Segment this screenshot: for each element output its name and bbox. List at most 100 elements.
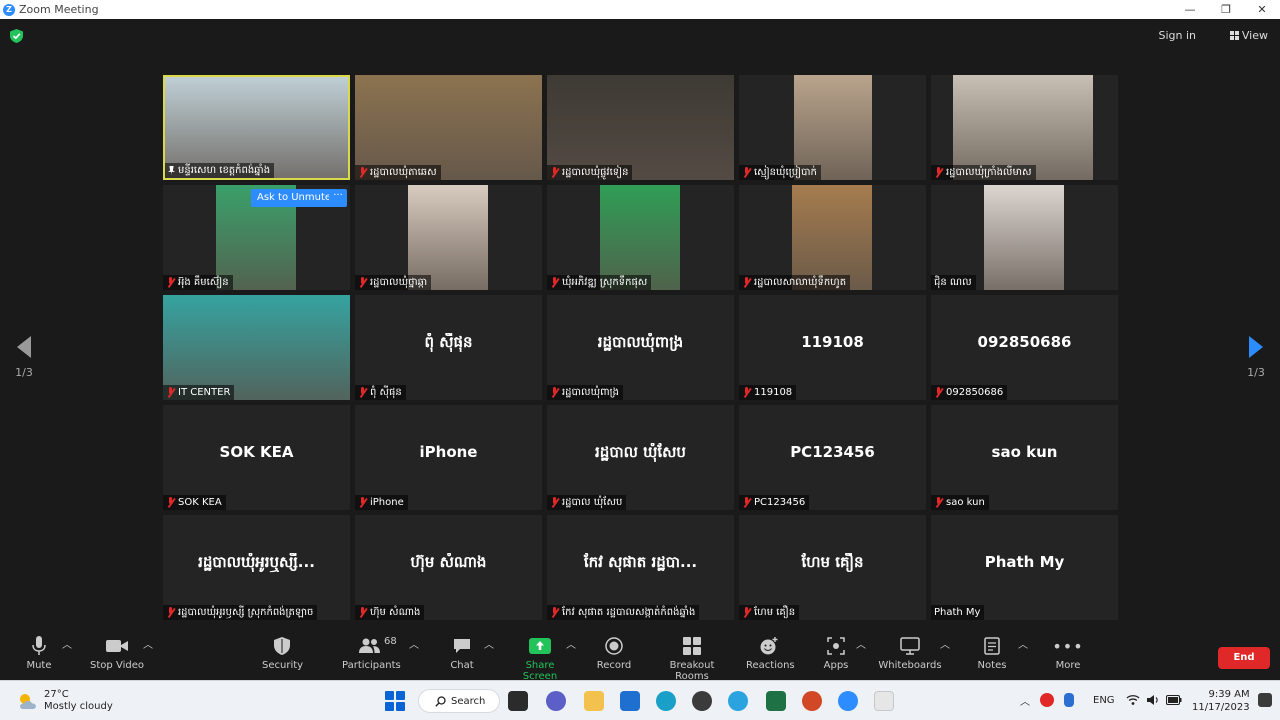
task-view-icon[interactable] bbox=[508, 691, 528, 711]
notifications-icon[interactable] bbox=[1258, 693, 1272, 707]
mic-muted-icon bbox=[358, 167, 367, 178]
weather-widget[interactable]: 27°C Mostly cloudy bbox=[17, 689, 113, 713]
page-indicator-right: 1/3 bbox=[1247, 366, 1265, 379]
participant-tile[interactable]: រដ្ឋបាលឃុំផ្លូវទៀន bbox=[547, 75, 734, 180]
edge-browser-icon[interactable] bbox=[656, 691, 676, 711]
telegram-icon[interactable] bbox=[728, 691, 748, 711]
share-options-caret[interactable]: ︿ bbox=[566, 636, 576, 651]
participant-caption-text: កែវ សុផាត រដ្ឋបាលសង្កាត់កំពង់ឆ្នាំង bbox=[562, 607, 696, 618]
battery-icon[interactable] bbox=[1166, 694, 1182, 706]
participant-name-label: ពុំ ស៊ីផុន bbox=[355, 385, 406, 400]
participant-tile[interactable]: កែវ សុផាត រដ្ឋបា... កែវ សុផាត រដ្ឋបាលសង្ក… bbox=[547, 515, 734, 620]
close-icon[interactable]: ✕ bbox=[1244, 0, 1280, 19]
participant-tile[interactable]: ហ៊ុម សំណាង ហ៊ុម សំណាង bbox=[355, 515, 542, 620]
participant-tile[interactable]: 092850686 092850686 bbox=[931, 295, 1118, 400]
system-clock[interactable]: 9:39 AM 11/17/2023 bbox=[1192, 688, 1250, 714]
volume-icon[interactable] bbox=[1146, 694, 1160, 706]
start-button[interactable] bbox=[385, 691, 405, 711]
participant-tile[interactable]: IT CENTER bbox=[163, 295, 350, 400]
whiteboards-options-caret[interactable]: ︿ bbox=[940, 636, 950, 651]
wifi-icon[interactable] bbox=[1126, 694, 1140, 706]
sync-status-icon[interactable] bbox=[1040, 693, 1054, 707]
participant-tile[interactable]: sao kun sao kun bbox=[931, 405, 1118, 510]
chat-button[interactable]: Chat bbox=[448, 636, 476, 671]
mic-muted-icon bbox=[550, 167, 559, 178]
whiteboards-label: Whiteboards bbox=[878, 660, 942, 671]
end-meeting-button[interactable]: End bbox=[1218, 647, 1270, 669]
taskbar-search[interactable]: Search bbox=[418, 689, 500, 713]
view-button[interactable]: View bbox=[1229, 29, 1268, 42]
apps-label: Apps bbox=[823, 660, 849, 671]
participant-tile[interactable]: ស្មៀនឃុំប្រៀបាក់ bbox=[739, 75, 926, 180]
show-hidden-icons-caret[interactable]: ︿ bbox=[1020, 693, 1032, 708]
video-options-caret[interactable]: ︿ bbox=[143, 636, 153, 651]
participant-tile[interactable]: iPhone iPhone bbox=[355, 405, 542, 510]
record-button[interactable]: Record bbox=[596, 636, 632, 671]
mute-button[interactable]: Mute bbox=[20, 636, 58, 671]
participant-tile[interactable]: ឃុំអភិវឌ្ឍ ស្រុកទឹកផុស bbox=[547, 185, 734, 290]
excel-icon[interactable] bbox=[766, 691, 786, 711]
participant-tile[interactable]: រដ្ឋបាលឃុំថ្នាឆ្កា bbox=[355, 185, 542, 290]
mail-icon[interactable] bbox=[620, 691, 640, 711]
participant-tile[interactable]: SOK KEA SOK KEA bbox=[163, 405, 350, 510]
next-page-button[interactable]: 1/3 bbox=[1241, 336, 1271, 379]
participant-name-label: មន្ទីរសេហ ខេត្តកំពង់ឆ្នាំង bbox=[165, 163, 275, 178]
mic-muted-icon bbox=[166, 277, 175, 288]
snipping-tool-icon[interactable] bbox=[874, 691, 894, 711]
previous-page-button[interactable]: 1/3 bbox=[9, 336, 39, 379]
more-button[interactable]: ••• More bbox=[1052, 636, 1084, 672]
sign-in-button[interactable]: Sign in bbox=[1158, 29, 1196, 42]
participant-tile[interactable]: រដ្ឋបាលឃុំអូរឬស្សី... រដ្ឋបាលឃុំអូរឫស្សី … bbox=[163, 515, 350, 620]
apps-button[interactable]: Apps bbox=[822, 636, 850, 671]
stop-video-button[interactable]: Stop Video bbox=[90, 636, 144, 671]
notes-label: Notes bbox=[977, 660, 1007, 671]
security-button[interactable]: Security bbox=[262, 636, 303, 671]
mute-label: Mute bbox=[26, 660, 52, 671]
audio-options-caret[interactable]: ︿ bbox=[62, 636, 72, 651]
encryption-shield-icon[interactable] bbox=[10, 29, 23, 43]
dell-icon[interactable] bbox=[692, 691, 712, 711]
breakout-rooms-button[interactable]: Breakout Rooms bbox=[652, 636, 732, 682]
file-explorer-icon[interactable] bbox=[584, 691, 604, 711]
microphone-in-use-icon[interactable] bbox=[1064, 693, 1074, 707]
participant-name-label: អ៊ុង គឹមស៊ៀន bbox=[163, 275, 233, 290]
participant-caption-text: ឃុំអភិវឌ្ឍ ស្រុកទឹកផុស bbox=[562, 277, 648, 288]
participant-name-label: រដ្ឋបាលឃុំអូរឫស្សី ស្រុកកំពង់ត្រឡាច bbox=[163, 605, 318, 620]
ask-to-unmute-button[interactable]: Ask to Unmute bbox=[251, 189, 338, 207]
participant-tile[interactable]: PC123456 PC123456 bbox=[739, 405, 926, 510]
chat-options-caret[interactable]: ︿ bbox=[484, 636, 494, 651]
teams-chat-icon[interactable] bbox=[546, 691, 566, 711]
meeting-topbar: Sign in View bbox=[0, 19, 1280, 53]
participant-tile[interactable]: មន្ទីរសេហ ខេត្តកំពង់ឆ្នាំង bbox=[163, 75, 350, 180]
participant-tile[interactable]: រដ្ឋបាលសាលាឃុំទឹកហូត bbox=[739, 185, 926, 290]
notes-button[interactable]: Notes bbox=[976, 636, 1008, 671]
participant-tile[interactable]: រដ្ឋបាល ឃុំសែប រដ្ឋបាល ឃុំសែប bbox=[547, 405, 734, 510]
minimize-icon[interactable]: — bbox=[1172, 0, 1208, 19]
participant-tile[interactable]: Phath My Phath My bbox=[931, 515, 1118, 620]
participant-name-label: រដ្ឋបាលឃុំក្រាំងលីមាស bbox=[931, 165, 1036, 180]
participant-tile[interactable]: រដ្ឋបាលឃុំតាឆេស bbox=[355, 75, 542, 180]
participant-tile[interactable]: ហែម គឿន ហែម គឿន bbox=[739, 515, 926, 620]
participant-tile[interactable]: ជ៉ិន ណល bbox=[931, 185, 1118, 290]
whiteboards-button[interactable]: Whiteboards bbox=[878, 636, 942, 671]
weather-temperature: 27°C bbox=[44, 689, 69, 700]
notes-options-caret[interactable]: ︿ bbox=[1018, 636, 1028, 651]
notes-icon bbox=[976, 636, 1008, 656]
input-language-indicator[interactable]: ENG bbox=[1093, 695, 1115, 706]
tile-more-options-button[interactable]: ··· bbox=[329, 189, 347, 207]
participant-video bbox=[984, 185, 1064, 290]
participants-options-caret[interactable]: ︿ bbox=[409, 636, 419, 651]
reactions-button[interactable]: Reactions bbox=[746, 636, 795, 671]
restore-icon[interactable]: ❐ bbox=[1208, 0, 1244, 19]
participant-tile[interactable]: រដ្ឋបាលឃុំពាង្រ រដ្ឋបាលឃុំពាង្រ bbox=[547, 295, 734, 400]
powerpoint-icon[interactable] bbox=[802, 691, 822, 711]
participant-tile[interactable]: 119108 119108 bbox=[739, 295, 926, 400]
participant-name-label: SOK KEA bbox=[163, 495, 226, 510]
participant-tile[interactable]: រដ្ឋបាលឃុំក្រាំងលីមាស bbox=[931, 75, 1118, 180]
more-label: More bbox=[1055, 660, 1081, 671]
pin-icon bbox=[168, 166, 175, 175]
share-screen-button[interactable]: Share Screen bbox=[508, 636, 572, 682]
apps-options-caret[interactable]: ︿ bbox=[856, 636, 866, 651]
participant-tile[interactable]: ពុំ ស៊ីផុន ពុំ ស៊ីផុន bbox=[355, 295, 542, 400]
zoom-app-icon[interactable] bbox=[838, 691, 858, 711]
